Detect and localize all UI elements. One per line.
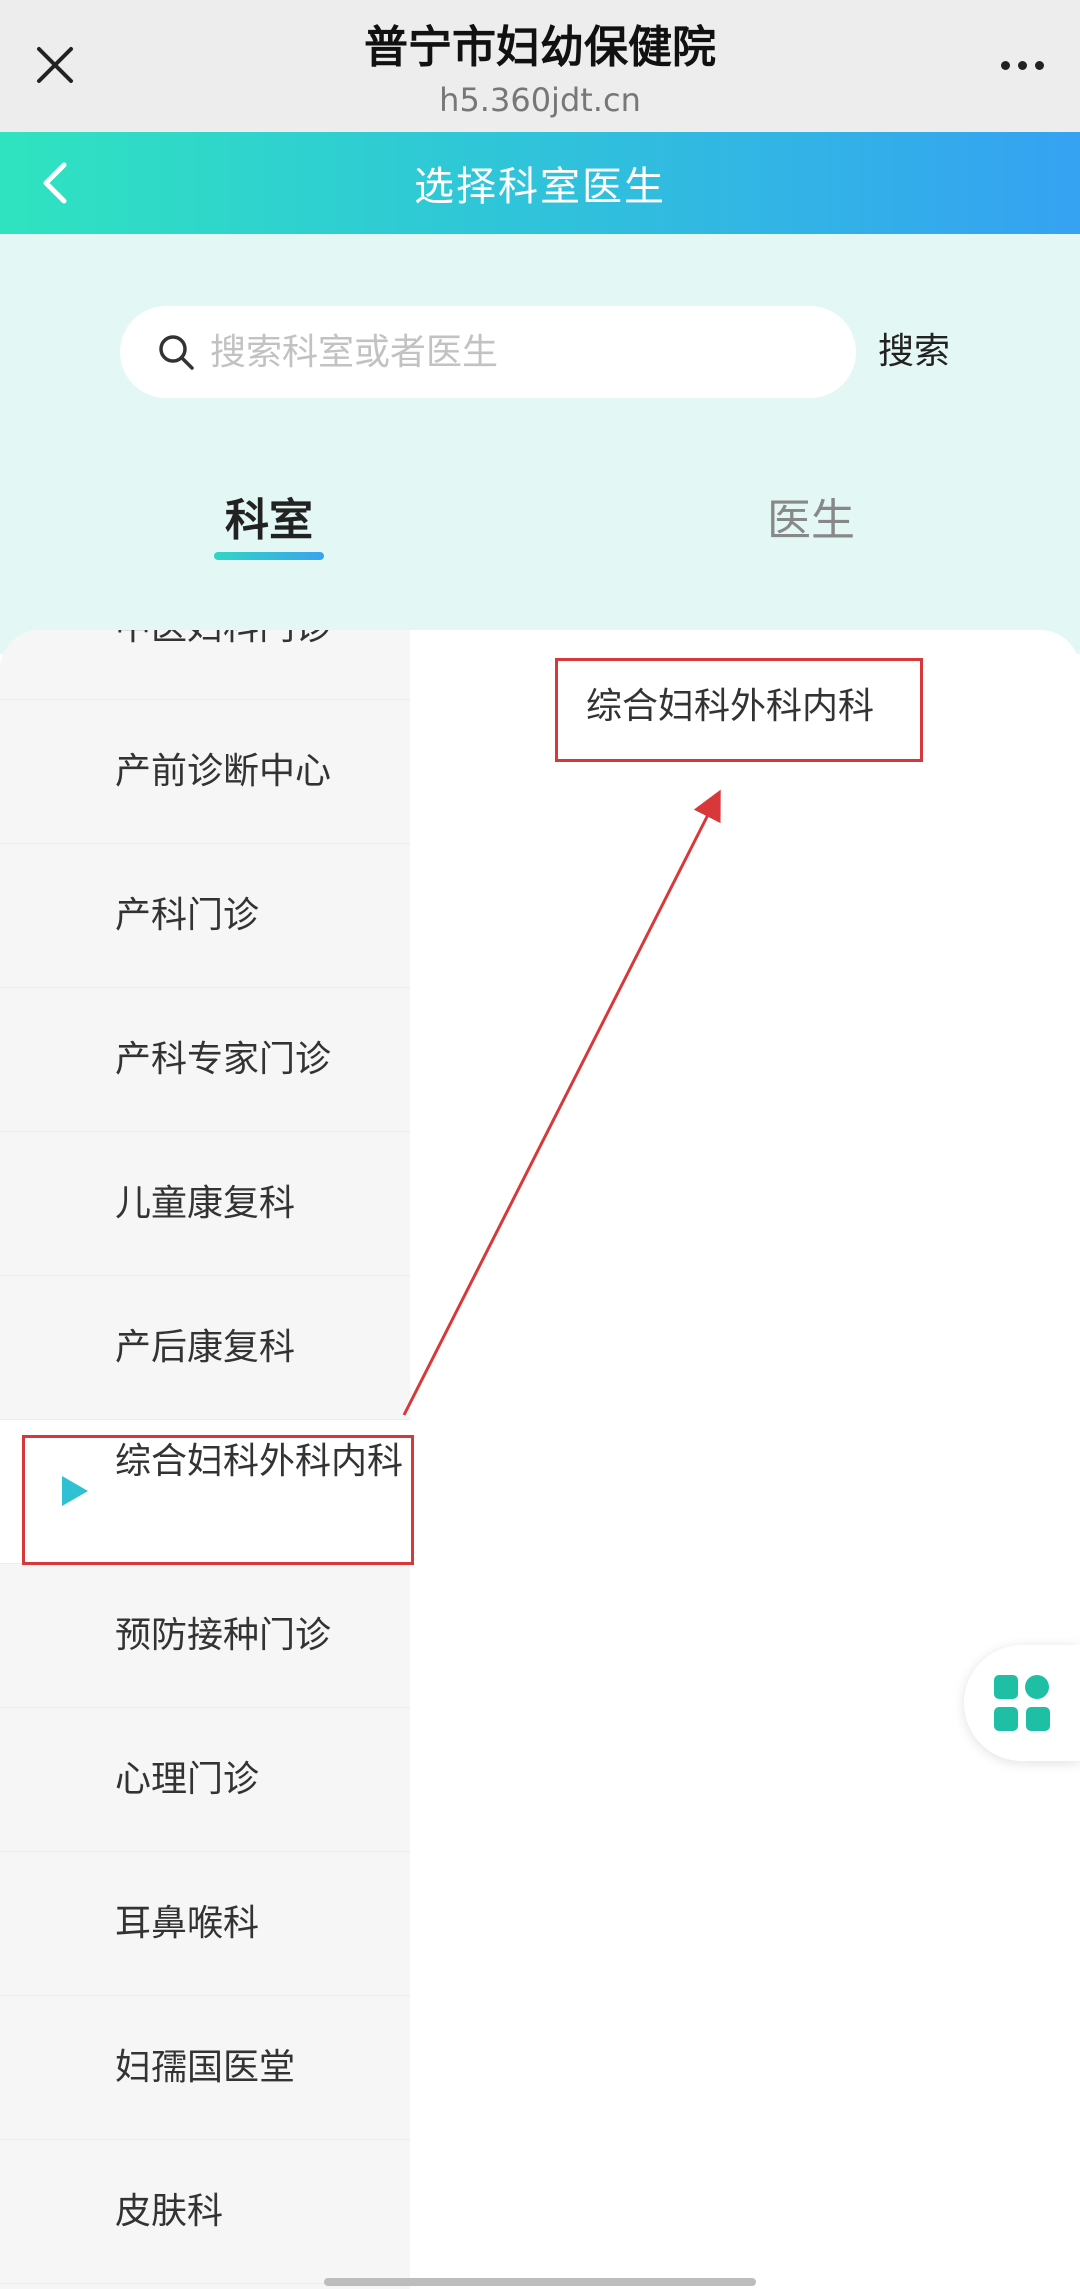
header-title: 选择科室医生	[414, 164, 666, 210]
floating-apps-button[interactable]	[964, 1645, 1080, 1761]
list-item[interactable]: 产科专家门诊	[0, 988, 410, 1132]
sub-department-item[interactable]: 综合妇科外科内科	[555, 658, 923, 762]
sub-department-label: 综合妇科外科内科	[586, 686, 875, 727]
list-item[interactable]: 儿童康复科	[0, 1132, 410, 1276]
list-item[interactable]: 耳鼻喉科	[0, 1852, 410, 1996]
department-label: 耳鼻喉科	[115, 1903, 260, 1944]
department-label: 儿童康复科	[115, 1183, 296, 1224]
department-label: 产科专家门诊	[115, 1039, 332, 1080]
browser-titles: 普宁市妇幼保健院 h5.360jdt.cn	[0, 18, 1080, 122]
department-label: 皮肤科	[115, 2191, 224, 2232]
page-url: h5.360jdt.cn	[439, 81, 641, 119]
department-label: 预防接种门诊	[115, 1615, 332, 1656]
browser-top-bar: 普宁市妇幼保健院 h5.360jdt.cn	[0, 0, 1080, 132]
tab-doctors[interactable]: 医生	[756, 484, 866, 548]
chevron-left-icon	[43, 162, 67, 204]
department-label: 心理门诊	[115, 1759, 260, 1800]
play-arrow-icon	[62, 1476, 88, 1506]
search-icon	[156, 332, 196, 372]
department-label: 中医妇科门诊	[115, 630, 405, 656]
more-button[interactable]	[992, 40, 1052, 90]
search-area: 搜索 科室 医生	[0, 234, 1080, 654]
list-item[interactable]: 产科门诊	[0, 844, 410, 988]
app-header: 选择科室医生	[0, 132, 1080, 234]
content-panel: 中医妇科门诊 产前诊断中心 产科门诊 产科专家门诊 儿童康复科 产后康复科 综合…	[0, 630, 1080, 2289]
search-button[interactable]: 搜索	[878, 326, 950, 378]
more-dots-icon	[1000, 60, 1010, 70]
department-label: 产后康复科	[115, 1327, 296, 1368]
list-item[interactable]: 产后康复科	[0, 1276, 410, 1420]
active-tab-indicator	[214, 552, 324, 560]
list-item[interactable]: 皮肤科	[0, 2140, 410, 2284]
back-button[interactable]	[30, 158, 80, 208]
list-item[interactable]: 产前诊断中心	[0, 700, 410, 844]
page-title: 普宁市妇幼保健院	[364, 22, 716, 73]
search-input[interactable]	[208, 330, 812, 374]
tab-departments[interactable]: 科室	[214, 484, 324, 548]
department-label: 产科门诊	[115, 895, 260, 936]
list-item-active[interactable]: 综合妇科外科内科	[0, 1420, 410, 1564]
home-indicator	[324, 2278, 756, 2286]
list-item[interactable]: 妇孺国医堂	[0, 1996, 410, 2140]
list-item[interactable]: 预防接种门诊	[0, 1564, 410, 1708]
department-label: 综合妇科外科内科	[115, 1441, 404, 1482]
search-box[interactable]	[120, 306, 856, 398]
department-list[interactable]: 中医妇科门诊 产前诊断中心 产科门诊 产科专家门诊 儿童康复科 产后康复科 综合…	[0, 630, 410, 2289]
department-label: 产前诊断中心	[115, 751, 332, 792]
department-label: 妇孺国医堂	[115, 2047, 296, 2088]
grid-apps-icon	[994, 1675, 1050, 1731]
list-item[interactable]: 中医妇科门诊	[0, 630, 410, 700]
list-item[interactable]: 心理门诊	[0, 1708, 410, 1852]
